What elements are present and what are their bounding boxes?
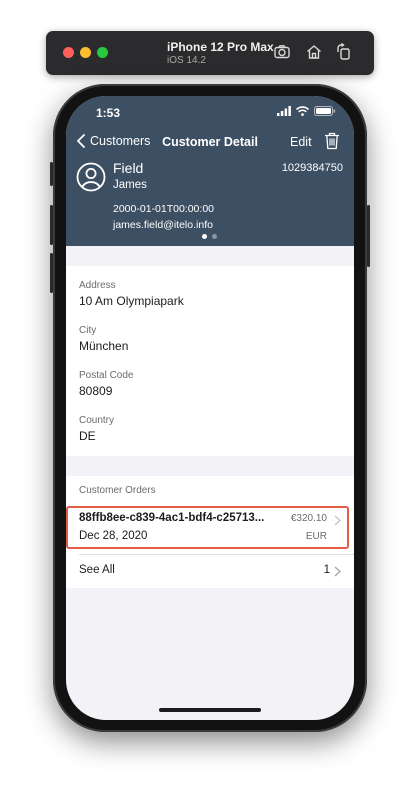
order-id: 88ffb8ee-c839-4ac1-bdf4-c25713...	[79, 512, 265, 524]
customer-first-name: James	[113, 179, 147, 191]
address-section: Address 10 Am Olympiapark City München P…	[66, 266, 354, 456]
page-indicator[interactable]	[202, 234, 217, 239]
trash-icon[interactable]	[324, 132, 340, 150]
city-label: City	[79, 325, 97, 336]
see-all-label: See All	[79, 564, 115, 576]
order-row[interactable]: 88ffb8ee-c839-4ac1-bdf4-c25713... Dec 28…	[66, 506, 354, 550]
order-currency: EUR	[305, 531, 327, 542]
customer-last-name: Field	[113, 160, 144, 176]
see-all-count: 1	[323, 564, 330, 576]
orders-section: Customer Orders 88ffb8ee-c839-4ac1-bdf4-…	[66, 476, 354, 588]
customer-header: 1:53 Customers Customer Detail Edit Fiel…	[66, 96, 354, 246]
close-window-button[interactable]	[63, 47, 74, 58]
os-version: iOS 14.2	[167, 55, 206, 66]
postal-code-label: Postal Code	[79, 370, 134, 381]
simulator-title-bar: iPhone 12 Pro Max iOS 14.2	[46, 31, 374, 75]
zoom-window-button[interactable]	[97, 47, 108, 58]
order-date: Dec 28, 2020	[79, 530, 148, 542]
address-label: Address	[79, 280, 116, 291]
page-dot[interactable]	[212, 234, 217, 239]
customer-email: james.field@itelo.info	[113, 219, 213, 231]
status-icons	[277, 106, 336, 116]
rotate-icon[interactable]	[335, 42, 353, 61]
mute-switch	[50, 162, 53, 186]
power-button	[367, 205, 370, 267]
avatar-icon	[76, 162, 106, 192]
status-time: 1:53	[96, 106, 121, 120]
page-dot-active[interactable]	[202, 234, 207, 239]
home-icon[interactable]	[305, 43, 323, 61]
country-value: DE	[79, 429, 96, 443]
wifi-icon	[296, 106, 309, 116]
orders-section-title: Customer Orders	[79, 485, 156, 496]
volume-up-button	[50, 205, 53, 245]
edit-button[interactable]: Edit	[290, 135, 312, 149]
city-value: München	[79, 339, 129, 353]
divider	[79, 554, 354, 555]
postal-code-value: 80809	[79, 384, 113, 398]
home-indicator[interactable]	[159, 708, 261, 712]
volume-down-button	[50, 253, 53, 293]
screenshot-icon[interactable]	[273, 43, 291, 61]
order-amount: €320.10	[290, 513, 327, 524]
app-screen: 1:53 Customers Customer Detail Edit Fiel…	[66, 96, 354, 720]
minimize-window-button[interactable]	[80, 47, 91, 58]
customer-birth-date: 2000-01-01T00:00:00	[113, 203, 214, 215]
device-name: iPhone 12 Pro Max	[167, 40, 274, 54]
customer-id: 1029384750	[281, 162, 343, 174]
country-label: Country	[79, 415, 115, 426]
address-value: 10 Am Olympiapark	[79, 294, 184, 308]
see-all-row[interactable]: See All 1	[66, 556, 354, 586]
chevron-right-icon	[334, 515, 341, 526]
signal-icon	[277, 106, 291, 116]
chevron-right-icon	[334, 566, 341, 577]
battery-icon	[314, 106, 336, 116]
